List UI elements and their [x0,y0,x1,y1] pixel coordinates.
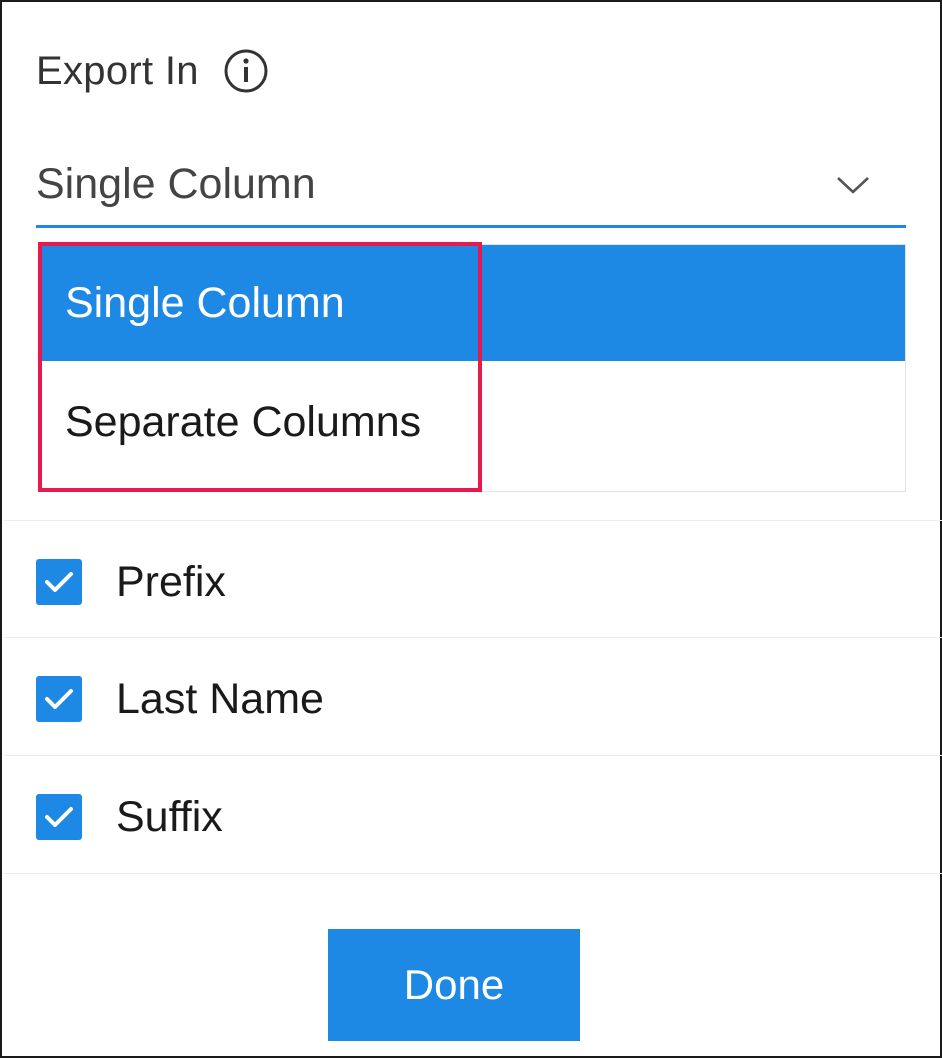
checkmark-icon [45,689,73,709]
suffix-label: Suffix [116,792,223,841]
export-in-label: Export In [36,48,199,93]
field-row-suffix[interactable]: Suffix [36,787,223,847]
export-in-heading: Export In [36,48,269,94]
suffix-checkbox[interactable] [36,794,82,840]
field-row-last-name[interactable]: Last Name [36,669,324,729]
divider [4,637,942,638]
export-format-dropdown: Single Column Separate Columns [38,244,906,492]
option-separate-columns[interactable]: Separate Columns [39,361,905,483]
select-current-value: Single Column [36,160,316,208]
last-name-checkbox[interactable] [36,676,82,722]
checkmark-icon [45,807,73,827]
info-circle-icon[interactable] [223,48,269,94]
last-name-label: Last Name [116,674,324,723]
field-row-prefix[interactable]: Prefix [36,552,226,612]
prefix-label: Prefix [116,557,226,606]
export-format-select[interactable]: Single Column [36,144,906,228]
done-button[interactable]: Done [328,929,580,1041]
option-single-column[interactable]: Single Column [39,245,905,361]
divider [4,873,942,874]
chevron-down-icon [837,176,869,194]
divider [4,755,942,756]
prefix-checkbox[interactable] [36,559,82,605]
divider [4,520,942,521]
export-options-panel: Export In Single Column Single Column Se… [0,0,942,1058]
checkmark-icon [45,572,73,592]
